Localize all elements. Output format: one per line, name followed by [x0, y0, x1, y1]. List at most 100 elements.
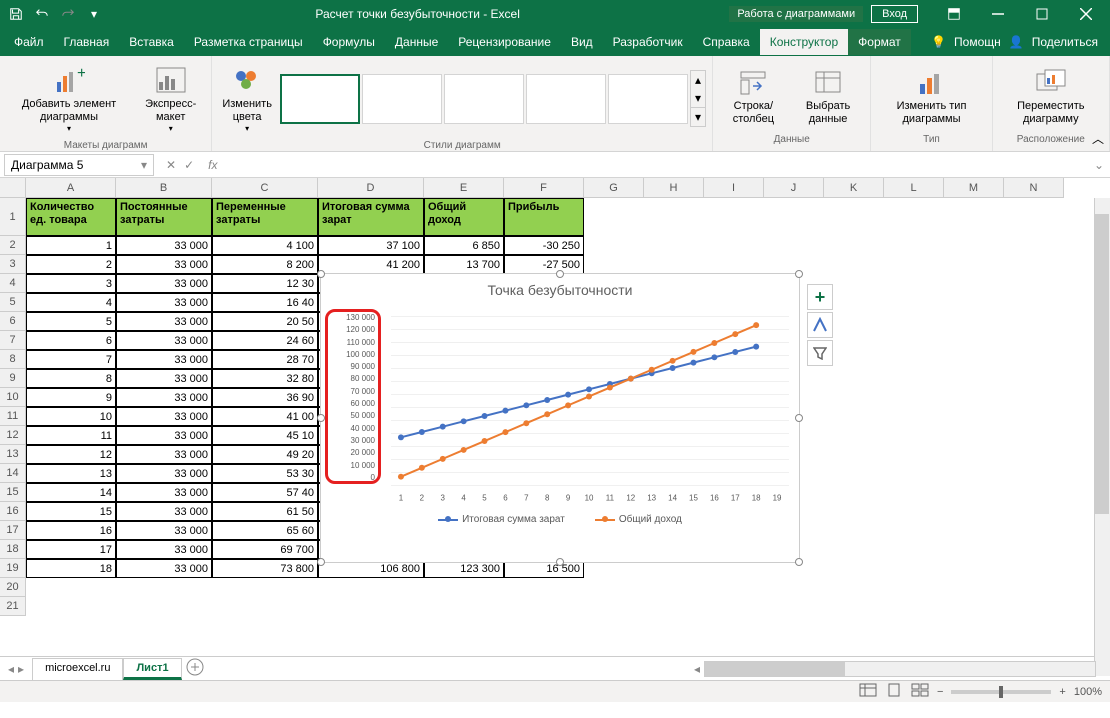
cell[interactable]: 53 30: [212, 464, 318, 483]
cell[interactable]: 20 50: [212, 312, 318, 331]
cell[interactable]: 4 100: [212, 236, 318, 255]
chart-styles-button[interactable]: [807, 312, 833, 338]
sheet-tab[interactable]: Лист1: [123, 658, 181, 680]
row-header[interactable]: 12: [0, 426, 26, 445]
chart-legend[interactable]: Итоговая сумма зарат Общий доход: [321, 506, 799, 533]
cell[interactable]: 61 50: [212, 502, 318, 521]
tab-разметка страницы[interactable]: Разметка страницы: [184, 29, 313, 55]
cell[interactable]: -27 500: [504, 255, 584, 274]
cell[interactable]: 37 100: [318, 236, 424, 255]
vertical-scrollbar[interactable]: [1094, 198, 1110, 676]
table-header[interactable]: Итоговая сумма зарат: [318, 198, 424, 236]
cell[interactable]: 16: [26, 521, 116, 540]
row-header[interactable]: 14: [0, 464, 26, 483]
cell[interactable]: 33 000: [116, 483, 212, 502]
move-chart-button[interactable]: Переместить диаграмму: [999, 62, 1103, 130]
cell[interactable]: 15: [26, 502, 116, 521]
cell[interactable]: 65 60: [212, 521, 318, 540]
cell[interactable]: 33 000: [116, 502, 212, 521]
cell[interactable]: 28 70: [212, 350, 318, 369]
chart-styles-gallery[interactable]: ▴ ▾ ▾: [280, 70, 706, 127]
column-header[interactable]: B: [116, 178, 212, 198]
cell[interactable]: 57 40: [212, 483, 318, 502]
table-header[interactable]: Постоянные затраты: [116, 198, 212, 236]
row-header[interactable]: 17: [0, 521, 26, 540]
row-header[interactable]: 3: [0, 255, 26, 274]
row-header[interactable]: 5: [0, 293, 26, 312]
tab-вид[interactable]: Вид: [561, 29, 603, 55]
formula-input[interactable]: [223, 154, 1087, 175]
zoom-slider[interactable]: [951, 690, 1051, 694]
cell[interactable]: 10: [26, 407, 116, 426]
cell[interactable]: 41 200: [318, 255, 424, 274]
row-header[interactable]: 19: [0, 559, 26, 578]
row-header[interactable]: 13: [0, 445, 26, 464]
column-header[interactable]: J: [764, 178, 824, 198]
express-layout-button[interactable]: Экспресс-макет▾: [136, 60, 205, 138]
cell[interactable]: 13 700: [424, 255, 504, 274]
y-axis-labels[interactable]: 130 000120 000110 000100 00090 00080 000…: [327, 312, 375, 484]
cell[interactable]: 13: [26, 464, 116, 483]
column-header[interactable]: I: [704, 178, 764, 198]
ribbon-display-button[interactable]: [934, 0, 974, 28]
save-button[interactable]: [4, 2, 28, 26]
chart-plot-area[interactable]: 12345678910111213141516171819: [391, 306, 789, 506]
cell[interactable]: 69 700: [212, 540, 318, 559]
sheet-nav-prev[interactable]: ◂: [8, 662, 14, 676]
chart-style-3[interactable]: [444, 74, 524, 124]
cell[interactable]: 5: [26, 312, 116, 331]
chart-style-2[interactable]: [362, 74, 442, 124]
cell[interactable]: 7: [26, 350, 116, 369]
column-header[interactable]: A: [26, 178, 116, 198]
qat-dropdown[interactable]: ▾: [82, 2, 106, 26]
cell[interactable]: 8: [26, 369, 116, 388]
confirm-formula-button[interactable]: ✓: [184, 158, 194, 172]
row-header[interactable]: 16: [0, 502, 26, 521]
cell[interactable]: 33 000: [116, 559, 212, 578]
sheet-tab[interactable]: microexcel.ru: [32, 658, 123, 680]
cell[interactable]: 12: [26, 445, 116, 464]
cell[interactable]: 1: [26, 236, 116, 255]
tab-конструктор[interactable]: Конструктор: [760, 29, 848, 55]
undo-button[interactable]: [30, 2, 54, 26]
tab-данные[interactable]: Данные: [385, 29, 448, 55]
chart-object[interactable]: Точка безубыточности 130 000120 000110 0…: [320, 273, 800, 563]
cell[interactable]: 33 000: [116, 255, 212, 274]
cell[interactable]: 33 000: [116, 521, 212, 540]
cell[interactable]: 2: [26, 255, 116, 274]
chart-style-5[interactable]: [608, 74, 688, 124]
cell[interactable]: 33 000: [116, 369, 212, 388]
fx-icon[interactable]: fx: [202, 158, 223, 172]
row-header[interactable]: 1: [0, 198, 26, 236]
cell[interactable]: 18: [26, 559, 116, 578]
cell[interactable]: 36 90: [212, 388, 318, 407]
chart-style-1[interactable]: [280, 74, 360, 124]
row-header[interactable]: 10: [0, 388, 26, 407]
cell[interactable]: 33 000: [116, 274, 212, 293]
table-header[interactable]: Переменные затраты: [212, 198, 318, 236]
cell[interactable]: 12 30: [212, 274, 318, 293]
collapse-ribbon-button[interactable]: ︿: [1092, 130, 1104, 147]
sheet-nav-next[interactable]: ▸: [18, 662, 24, 676]
zoom-level[interactable]: 100%: [1074, 686, 1102, 698]
row-header[interactable]: 4: [0, 274, 26, 293]
add-sheet-button[interactable]: [186, 658, 204, 679]
cell[interactable]: -30 250: [504, 236, 584, 255]
row-header[interactable]: 6: [0, 312, 26, 331]
change-chart-type-button[interactable]: Изменить тип диаграммы: [877, 62, 985, 130]
table-header[interactable]: Общий доход: [424, 198, 504, 236]
tab-разработчик[interactable]: Разработчик: [603, 29, 693, 55]
tab-формулы[interactable]: Формулы: [313, 29, 385, 55]
cell[interactable]: 33 000: [116, 540, 212, 559]
cell[interactable]: 33 000: [116, 350, 212, 369]
change-colors-button[interactable]: Изменить цвета▾: [218, 60, 276, 138]
cell[interactable]: 11: [26, 426, 116, 445]
name-box[interactable]: Диаграмма 5▾: [4, 154, 154, 176]
zoom-in-button[interactable]: +: [1059, 686, 1065, 698]
row-header[interactable]: 9: [0, 369, 26, 388]
gallery-down[interactable]: ▾: [691, 89, 705, 107]
select-all-button[interactable]: [0, 178, 26, 198]
row-header[interactable]: 7: [0, 331, 26, 350]
row-header[interactable]: 2: [0, 236, 26, 255]
tell-me-icon[interactable]: 💡: [931, 35, 946, 49]
